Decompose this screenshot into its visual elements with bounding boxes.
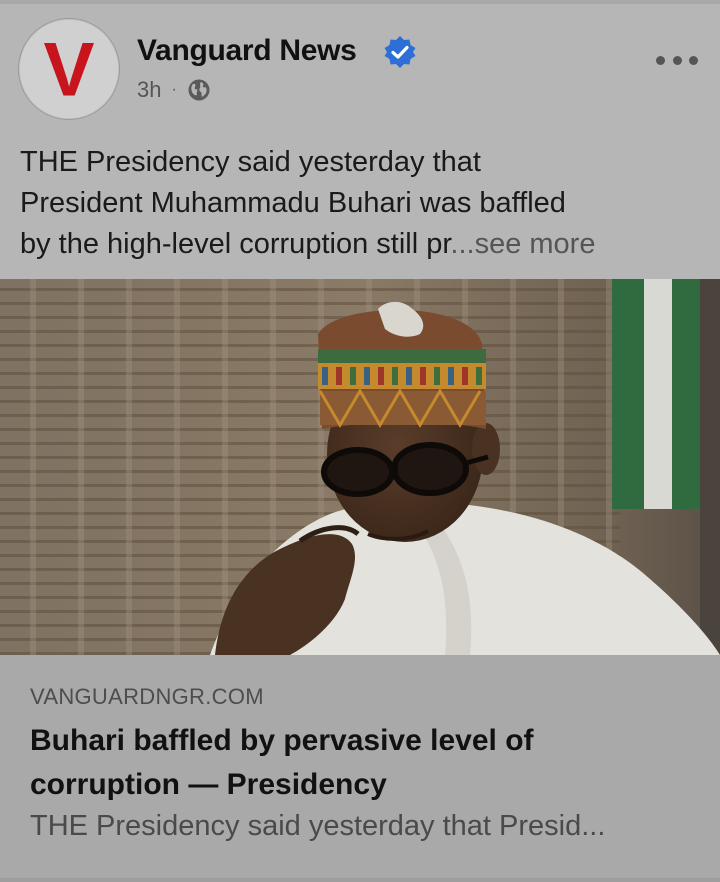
more-options-icon[interactable] (656, 50, 698, 70)
link-title-line: Buhari baffled by pervasive level of (30, 724, 534, 757)
page-name[interactable]: Vanguard News (137, 34, 357, 68)
see-more-link[interactable]: see more (475, 228, 596, 260)
post-caption: THE Presidency said yesterday that Presi… (20, 142, 710, 265)
post-photo[interactable] (0, 279, 720, 655)
verified-badge-icon (384, 36, 416, 68)
meta-separator: · (171, 81, 177, 98)
link-domain: VANGUARDNGR.COM (30, 684, 264, 709)
link-description: THE Presidency said yesterday that Presi… (30, 810, 606, 842)
post-meta: 3h · (137, 76, 211, 104)
caption-line-text: by the high-level corruption still pr (20, 228, 451, 260)
more-dot (689, 55, 698, 65)
vanguard-logo-icon: V (19, 19, 119, 119)
president-photo-image (0, 279, 720, 655)
top-divider (0, 0, 720, 4)
caption-line: THE Presidency said yesterday that (20, 146, 481, 178)
globe-icon (188, 79, 210, 101)
more-dot (672, 55, 682, 65)
link-title-line: corruption — Presidency (30, 768, 387, 801)
caption-line: by the high-level corruption still pr...… (20, 224, 710, 265)
bottom-divider (0, 878, 720, 882)
caption-ellipsis: ... (450, 228, 475, 260)
more-dot (656, 55, 665, 65)
link-title[interactable]: Buhari baffled by pervasive level of cor… (30, 719, 630, 807)
avatar-letter: V (43, 27, 94, 112)
caption-line: President Muhammadu Buhari was baffled (20, 187, 566, 219)
post-time[interactable]: 3h (137, 77, 161, 103)
page-avatar[interactable]: V (18, 18, 120, 120)
news-post-card: V Vanguard News 3h · THE Presidency said… (0, 0, 720, 882)
